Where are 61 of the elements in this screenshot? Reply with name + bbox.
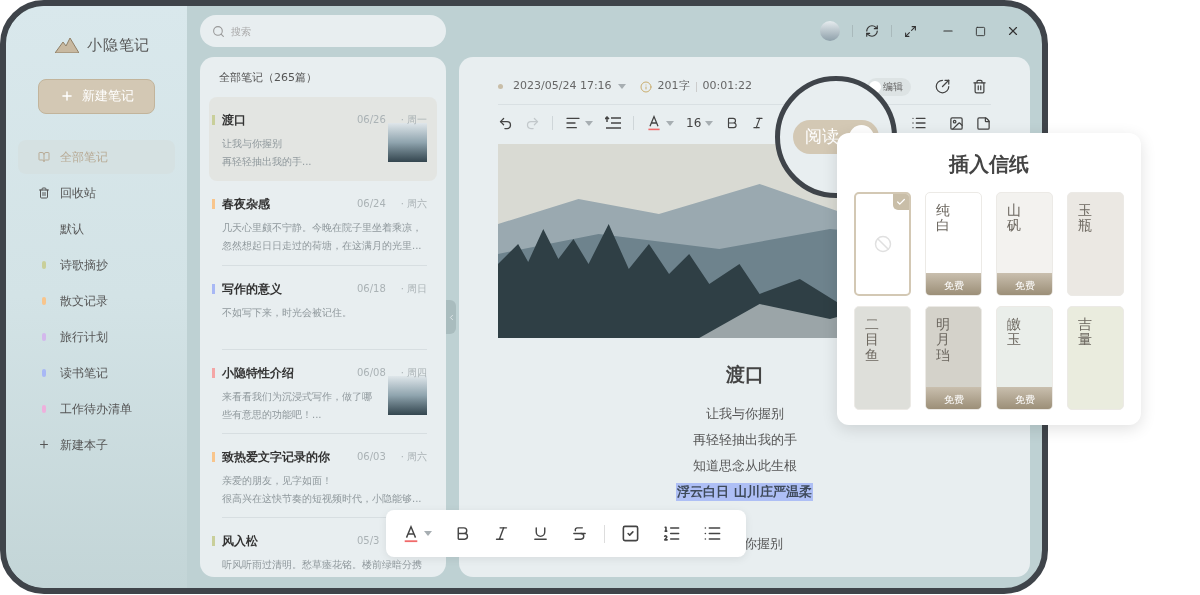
note-heading: 渡口 (724, 362, 765, 387)
note-preview-line: 很高兴在这快节奏的短视频时代，小隐能够... (222, 491, 423, 505)
note-preview-line: 不如写下来，时光会被记住。 (222, 305, 353, 319)
sidebar-item[interactable]: 默认 (18, 211, 175, 246)
font-size[interactable]: 16 (686, 114, 702, 132)
note-title: 渡口 (222, 111, 247, 129)
paper-name: 纯白 (936, 203, 950, 234)
note-preview-line: 忽然想起日日走过的荷塘，在这满月的光里... (222, 238, 423, 252)
paper-option[interactable]: 纯白 免费 (925, 192, 982, 296)
paper-name: 二目鱼 (865, 317, 879, 364)
paper-name: 玉瓶 (1078, 203, 1092, 234)
paper-option[interactable]: 山矾 免费 (996, 192, 1053, 296)
free-label: 免费 (926, 387, 981, 409)
sidebar-item[interactable]: 读书笔记 (18, 355, 175, 390)
paper-option[interactable]: 皦玉 免费 (996, 306, 1053, 410)
free-label: 免费 (926, 273, 981, 295)
free-label: 免费 (997, 273, 1052, 295)
note-date: 06/03 (357, 450, 387, 464)
paper-name: 山矾 (1007, 203, 1021, 234)
note-preview-line: 来看看我们为沉浸式写作，做了哪 (222, 389, 373, 403)
note-date: 06/26 (357, 113, 387, 127)
sidebar-item[interactable]: 新建本子 (18, 427, 175, 462)
sidebar-item[interactable]: 工作待办清单 (18, 391, 175, 426)
paper-option[interactable]: 吉量 (1067, 306, 1124, 410)
note-title: 写作的意义 (222, 280, 283, 298)
edit-toggle[interactable]: 编辑 (867, 77, 911, 96)
paper-option[interactable]: 二目鱼 (854, 306, 911, 410)
sidebar-item[interactable]: 诗歌摘抄 (18, 247, 175, 282)
sidebar-item[interactable]: 散文记录 (18, 283, 175, 318)
note-preview-line: 些有意思的功能吧！... (222, 407, 323, 421)
paper-name: 皦玉 (1007, 317, 1021, 348)
note-preview-line: 亲爱的朋友，见字如面！ (222, 473, 333, 487)
note-title: 致热爱文字记录的你 (222, 448, 331, 466)
note-date: 06/24 (357, 197, 387, 211)
search-field[interactable]: 搜索 (200, 15, 446, 47)
duration: 00:01:22 (702, 78, 752, 95)
poem-line: 让我与你握别 (705, 404, 784, 423)
sidebar-item[interactable]: 旅行计划 (18, 319, 175, 354)
note-title: 小隐特性介绍 (222, 364, 295, 382)
note-preview-line: 再轻轻抽出我的手... (222, 154, 313, 168)
app-name: 小隐笔记 (87, 35, 150, 56)
free-label: 免费 (997, 387, 1052, 409)
paper-option[interactable]: 玉瓶 (1067, 192, 1124, 296)
poem-line: 知道思念从此生根 (692, 456, 797, 475)
paper-name: 明月珰 (936, 317, 950, 364)
note-title: 春夜杂感 (222, 195, 271, 213)
poem-line: 再轻轻抽出我的手 (692, 430, 797, 449)
word-count: 201字 (657, 78, 690, 95)
note-title: 风入松 (222, 532, 259, 550)
note-date: 06/18 (357, 282, 387, 296)
note-preview-line: 让我与你握别 (222, 136, 283, 150)
popup-title: 插入信纸 (949, 151, 1029, 178)
note-date[interactable]: 2023/05/24 17:16 (513, 78, 612, 95)
note-preview-line: 几天心里颇不宁静。今晚在院子里坐着乘凉， (222, 220, 423, 234)
paper-option[interactable]: 明月珰 免费 (925, 306, 982, 410)
note-date: 05/3 (357, 534, 381, 548)
sidebar-item[interactable]: 回收站 (18, 175, 175, 210)
note-preview-line: 听风听雨过清明。愁草瘗花铭。楼前绿暗分携 (222, 557, 423, 571)
paper-name: 吉量 (1078, 317, 1092, 348)
note-list-heading: 全部笔记（265篇） (219, 70, 318, 86)
note-date: 06/08 (357, 366, 387, 380)
